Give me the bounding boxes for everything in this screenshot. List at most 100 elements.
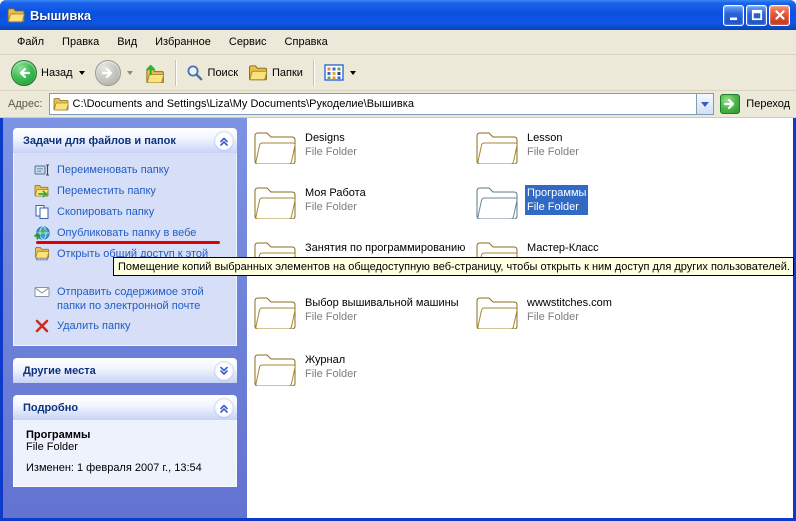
address-folder-icon [53, 97, 69, 111]
folder-tile-lesson[interactable]: LessonFile Folder [475, 128, 581, 164]
folder-name: Мастер-Класс [527, 241, 599, 255]
address-dropdown-button[interactable] [696, 94, 713, 114]
tasks-panel-header[interactable]: Задачи для файлов и папок [13, 128, 237, 153]
folder-icon-selected [475, 183, 519, 219]
details-folder-type: File Folder [26, 441, 224, 453]
task-email-folder[interactable]: Отправить содержимое этой папки по элект… [14, 282, 236, 316]
folder-name: Выбор вышивальной машины [305, 296, 459, 310]
folder-name: wwwstitches.com [527, 296, 612, 310]
expand-button[interactable] [215, 362, 233, 380]
folders-label: Папки [272, 67, 303, 79]
task-label: Удалить папку [57, 319, 131, 333]
details-panel: Подробно Программы File Folder Изменен: … [13, 395, 237, 487]
task-publish-folder-web[interactable]: Опубликовать папку в вебе [14, 223, 236, 244]
search-label: Поиск [208, 67, 238, 79]
task-delete-folder[interactable]: Удалить папку [14, 316, 236, 337]
folder-name: Занятия по программированию [305, 241, 465, 255]
task-rename-folder[interactable]: Переименовать папку [14, 160, 236, 181]
task-label: Опубликовать папку в вебе [57, 226, 196, 240]
window-body: Задачи для файлов и папок Переименовать … [3, 118, 793, 518]
views-icon [324, 64, 344, 81]
folder-tile-moya-rabota[interactable]: Моя РаботаFile Folder [253, 183, 368, 219]
task-label: Скопировать папку [57, 205, 154, 219]
delete-x-icon [34, 318, 50, 334]
rename-icon [34, 162, 50, 178]
email-icon [34, 284, 50, 300]
task-label: Переместить папку [57, 184, 156, 198]
folder-view: DesignsFile Folder LessonFile Folder Моя… [247, 118, 793, 518]
details-header[interactable]: Подробно [13, 395, 237, 420]
back-icon [11, 60, 37, 86]
go-button[interactable] [720, 94, 740, 114]
details-folder-name: Программы [26, 429, 224, 441]
folder-tile-zhurnal[interactable]: ЖурналFile Folder [253, 350, 359, 386]
other-places-header[interactable]: Другие места [13, 358, 237, 383]
toolbar: Назад Поиск Папки [0, 55, 796, 91]
folder-tile-programmy-selected[interactable]: ПрограммыFile Folder [475, 183, 588, 219]
toolbar-separator-2 [313, 60, 314, 86]
chevron-up-icon [217, 401, 231, 415]
folder-tile-designs[interactable]: DesignsFile Folder [253, 128, 359, 164]
menu-item-edit[interactable]: Правка [53, 32, 108, 52]
tooltip-text: Помещение копий выбранных элементов на о… [118, 261, 790, 273]
collapse-button[interactable] [215, 132, 233, 150]
menu-bar: Файл Правка Вид Избранное Сервис Справка [0, 30, 796, 55]
tooltip: Помещение копий выбранных элементов на о… [113, 257, 794, 276]
copy-icon [34, 204, 50, 220]
forward-icon [95, 60, 121, 86]
task-label: Переименовать папку [57, 163, 169, 177]
explorer-window: Вышивка Файл Правка Вид Избранное Сервис… [0, 0, 796, 521]
window-title: Вышивка [30, 8, 721, 23]
views-dropdown-icon[interactable] [350, 71, 356, 75]
folder-tile-wwwstitches[interactable]: wwwstitches.comFile Folder [475, 293, 614, 329]
views-button[interactable] [319, 62, 361, 83]
address-path[interactable]: C:\Documents and Settings\Liza\My Docume… [73, 98, 697, 110]
back-button[interactable]: Назад [6, 58, 90, 88]
folder-icon [253, 350, 297, 386]
task-move-folder[interactable]: Переместить папку [14, 181, 236, 202]
folder-type: File Folder [527, 200, 586, 214]
up-button[interactable] [138, 61, 170, 85]
close-button[interactable] [769, 5, 790, 26]
collapse-button[interactable] [215, 399, 233, 417]
folder-type: File Folder [305, 310, 459, 324]
folders-button[interactable]: Папки [243, 62, 308, 83]
tasks-panel-title: Задачи для файлов и папок [23, 135, 176, 147]
tasks-panel-body: Переименовать папку Переместить папку Ск… [13, 153, 237, 346]
folder-type: File Folder [305, 367, 357, 381]
menu-item-view[interactable]: Вид [108, 32, 146, 52]
other-places-panel: Другие места [13, 358, 237, 383]
folder-name: Программы [527, 186, 586, 200]
address-input[interactable]: C:\Documents and Settings\Liza\My Docume… [49, 93, 715, 115]
folder-name: Lesson [527, 131, 579, 145]
task-copy-folder[interactable]: Скопировать папку [14, 202, 236, 223]
file-folder-tasks-panel: Задачи для файлов и папок Переименовать … [13, 128, 237, 346]
menu-item-favorites[interactable]: Избранное [146, 32, 220, 52]
folder-icon [253, 293, 297, 329]
folder-tile-vybor-mashiny[interactable]: Выбор вышивальной машиныFile Folder [253, 293, 461, 329]
menu-item-tools[interactable]: Сервис [220, 32, 276, 52]
menu-item-file[interactable]: Файл [8, 32, 53, 52]
folder-type: File Folder [305, 200, 366, 214]
forward-button[interactable] [90, 58, 138, 88]
task-label: Отправить содержимое этой папки по элект… [57, 285, 228, 313]
search-button[interactable]: Поиск [181, 62, 243, 84]
close-icon [773, 8, 787, 22]
folder-icon [475, 128, 519, 164]
menu-item-help[interactable]: Справка [276, 32, 337, 52]
maximize-icon [750, 8, 764, 22]
forward-dropdown-icon[interactable] [127, 71, 133, 75]
web-publish-globe-icon [34, 225, 50, 241]
folder-icon [253, 128, 297, 164]
chevron-up-icon [217, 134, 231, 148]
folders-icon [248, 64, 268, 81]
go-arrow-icon [723, 97, 737, 111]
folder-name: Моя Работа [305, 186, 366, 200]
minimize-button[interactable] [723, 5, 744, 26]
back-dropdown-icon[interactable] [79, 71, 85, 75]
maximize-button[interactable] [746, 5, 767, 26]
chevron-down-icon [217, 364, 231, 378]
details-body: Программы File Folder Изменен: 1 февраля… [13, 420, 237, 487]
details-title: Подробно [23, 402, 78, 414]
folder-icon [475, 293, 519, 329]
